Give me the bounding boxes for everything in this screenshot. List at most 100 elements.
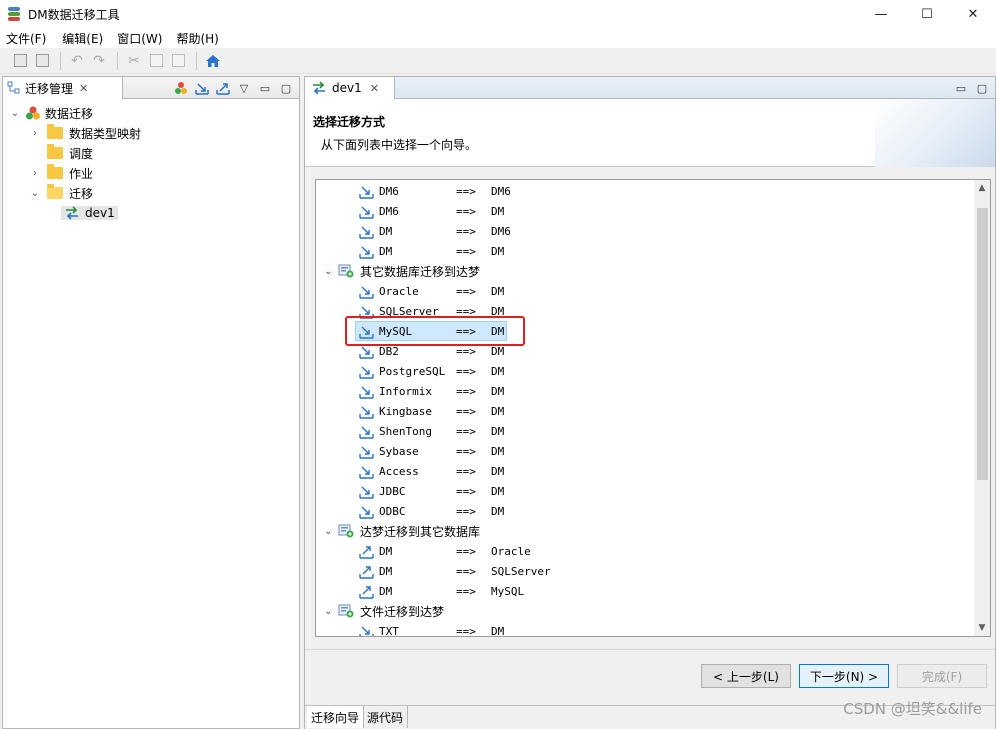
tree-node-dev1[interactable]: dev1 [3, 203, 299, 223]
wizard-item[interactable]: Informix ==> DM [316, 381, 974, 401]
source-db: DM [379, 544, 393, 558]
migration-tree: ⌄ 数据迁移 › 数据类型映射 调度 › 作业 ⌄ 迁移 dev1 [3, 99, 299, 223]
tree-node-schedule[interactable]: 调度 [3, 143, 299, 163]
wizard-group[interactable]: ⌄ 达梦迁移到其它数据库 [316, 521, 974, 541]
folder-icon [47, 144, 63, 159]
paste-button[interactable] [168, 51, 188, 71]
migration-type-list[interactable]: DM6 ==> DM6 DM6 ==> DM DM ==> DM6 DM ==> DM ⌄ 其它数据库迁移… [315, 179, 991, 637]
home-button[interactable] [203, 51, 223, 71]
close-button[interactable]: ✕ [950, 0, 996, 28]
wizard-item[interactable]: DM6 ==> DM6 [316, 181, 974, 201]
finish-button[interactable]: 完成(F) [897, 664, 987, 688]
wizard-item[interactable]: JDBC ==> DM [316, 481, 974, 501]
connect-button[interactable] [172, 79, 190, 97]
wizard-item[interactable]: DB2 ==> DM [316, 341, 974, 361]
editor-tab-bar: dev1 ✕ ▭ ▢ [305, 77, 995, 99]
wizard-item[interactable]: ODBC ==> DM [316, 501, 974, 521]
next-button[interactable]: 下一步(N) > [799, 664, 889, 688]
menu-file[interactable]: 文件(F) [0, 30, 52, 47]
wizard-item[interactable]: DM ==> MySQL [316, 581, 974, 601]
wizard-item[interactable]: Access ==> DM [316, 461, 974, 481]
folder-icon [47, 164, 63, 179]
arrow-text: ==> [456, 504, 476, 518]
chevron-down-icon[interactable]: ⌄ [9, 108, 21, 119]
color-balls-icon [26, 106, 40, 120]
close-tab-icon[interactable]: ✕ [79, 82, 88, 95]
tab-label: 迁移管理 [25, 81, 74, 96]
target-db: Oracle [491, 544, 531, 558]
minimize-view-button[interactable]: ▭ [256, 79, 274, 97]
chevron-right-icon[interactable]: › [29, 128, 41, 139]
cut-button[interactable]: ✂ [124, 51, 144, 71]
group-label: 其它数据库迁移到达梦 [360, 264, 481, 279]
wizard-item-selected[interactable]: MySQL ==> DM [316, 316, 974, 346]
chevron-down-icon[interactable]: ⌄ [324, 606, 332, 617]
export-button[interactable] [214, 79, 232, 97]
source-db: ODBC [379, 504, 406, 518]
wizard-item[interactable]: TXT ==> DM [316, 621, 974, 637]
minimize-icon: ▭ [259, 81, 271, 95]
back-button[interactable]: < 上一步(L) [701, 664, 791, 688]
import-button[interactable] [193, 79, 211, 97]
tab-migration-manager[interactable]: 迁移管理 ✕ [3, 77, 123, 99]
minimize-editor-button[interactable]: ▭ [952, 79, 970, 97]
maximize-view-button[interactable]: ▢ [277, 79, 295, 97]
menu-help[interactable]: 帮助(H) [170, 30, 224, 47]
chevron-down-icon[interactable]: ⌄ [324, 266, 332, 277]
close-tab-icon[interactable]: ✕ [370, 82, 379, 95]
wizard-item[interactable]: DM ==> DM [316, 241, 974, 261]
scroll-down-icon[interactable]: ▼ [974, 620, 990, 636]
wizard-item[interactable]: Kingbase ==> DM [316, 401, 974, 421]
chevron-right-icon[interactable]: › [29, 168, 41, 179]
tree-node-migration[interactable]: ⌄ 迁移 [3, 183, 299, 203]
minimize-button[interactable]: — [858, 0, 904, 28]
target-db: DM6 [491, 184, 511, 198]
tab-dev1[interactable]: dev1 ✕ [305, 77, 395, 99]
wizard-item[interactable]: ShenTong ==> DM [316, 421, 974, 441]
wizard-title: 选择迁移方式 [313, 115, 386, 129]
tab-source-code[interactable]: 源代码 [363, 706, 409, 728]
source-db: TXT [379, 624, 399, 637]
import-arrow-icon [359, 506, 374, 519]
view-menu-button[interactable]: ▽ [235, 79, 253, 97]
wizard-item[interactable]: Oracle ==> DM [316, 281, 974, 301]
menu-window[interactable]: 窗口(W) [111, 30, 168, 47]
wizard-group-icon [338, 524, 354, 538]
import-arrow-icon [359, 426, 374, 439]
wizard-item[interactable]: Sybase ==> DM [316, 441, 974, 461]
target-db: DM [491, 384, 505, 398]
export-icon [216, 83, 230, 95]
wizard-group[interactable]: ⌄ 其它数据库迁移到达梦 [316, 261, 974, 281]
chevron-down-icon[interactable]: ⌄ [29, 188, 41, 199]
undo-button[interactable]: ↶ [67, 51, 87, 71]
header-decoration [875, 99, 995, 167]
selected-node[interactable]: dev1 [61, 206, 118, 220]
redo-button[interactable]: ↷ [89, 51, 109, 71]
wizard-item[interactable]: DM ==> SQLServer [316, 561, 974, 581]
arrow-text: ==> [456, 224, 476, 238]
copy-button[interactable] [146, 51, 166, 71]
import-arrow-icon [359, 186, 374, 199]
tab-migration-wizard[interactable]: 迁移向导 [307, 706, 365, 728]
maximize-button[interactable]: ☐ [904, 0, 950, 28]
tree-node-root[interactable]: ⌄ 数据迁移 [3, 103, 299, 123]
tree-node-label: 调度 [69, 146, 94, 161]
wizard-item[interactable]: DM ==> DM6 [316, 221, 974, 241]
scroll-up-icon[interactable]: ▲ [974, 180, 990, 196]
tree-node-type-mapping[interactable]: › 数据类型映射 [3, 123, 299, 143]
tree-node-job[interactable]: › 作业 [3, 163, 299, 183]
color-balls-icon [175, 82, 187, 94]
scroll-thumb[interactable] [977, 208, 988, 480]
wizard-item[interactable]: DM ==> Oracle [316, 541, 974, 561]
source-db: Kingbase [379, 404, 432, 418]
vertical-scrollbar[interactable]: ▲ ▼ [974, 180, 990, 636]
maximize-editor-button[interactable]: ▢ [973, 79, 991, 97]
menu-edit[interactable]: 编辑(E) [56, 30, 109, 47]
save-button[interactable] [10, 51, 30, 71]
wizard-item[interactable]: PostgreSQL ==> DM [316, 361, 974, 381]
chevron-down-icon[interactable]: ⌄ [324, 526, 332, 537]
save-all-button[interactable] [32, 51, 52, 71]
view-tools: ▽ ▭ ▢ [169, 79, 295, 97]
wizard-item[interactable]: DM6 ==> DM [316, 201, 974, 221]
wizard-group[interactable]: ⌄ 文件迁移到达梦 [316, 601, 974, 621]
